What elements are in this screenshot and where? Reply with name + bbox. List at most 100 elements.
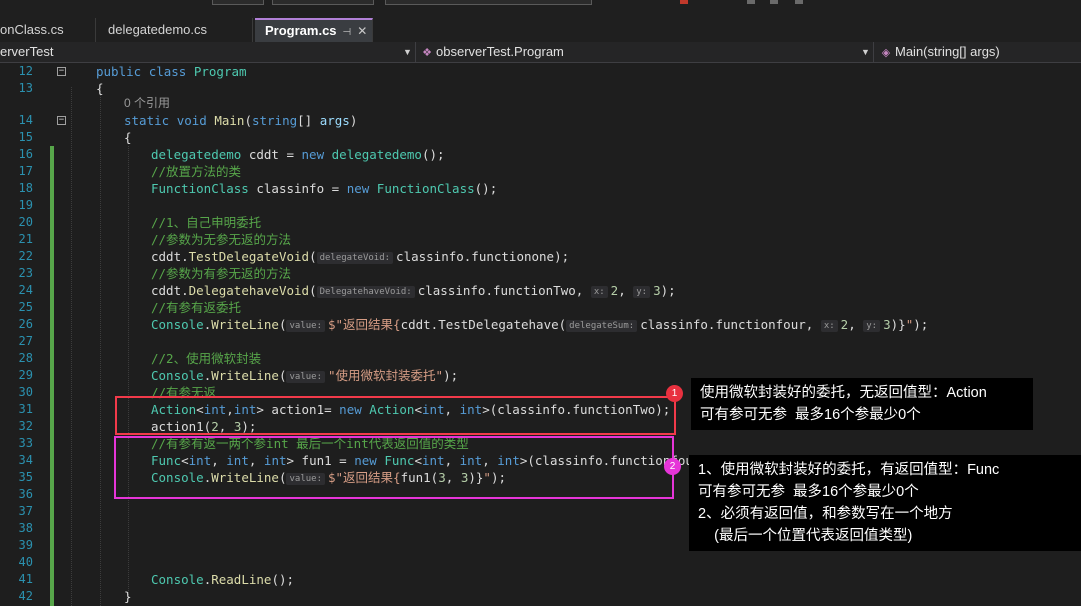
- keyword: void: [176, 113, 207, 128]
- collapse-icon[interactable]: −: [57, 116, 66, 125]
- code-line-14[interactable]: static void Main(string[] args): [124, 112, 357, 129]
- toolbar-dropdown[interactable]: [385, 0, 592, 5]
- code-line-26[interactable]: Console.WriteLine(value: $"返回结果{cddt.Test…: [151, 316, 928, 333]
- tab-label: onClass.cs: [0, 22, 64, 37]
- line-number: 41: [18, 572, 33, 586]
- code-text: ,: [618, 283, 634, 298]
- document-tab-bar: onClass.cs delegatedemo.cs Program.cs ⊣ ✕: [0, 18, 1081, 44]
- keyword: class: [148, 64, 187, 79]
- annotation-badge-2: 2: [664, 458, 681, 475]
- keyword: static: [124, 113, 170, 128]
- code-text: {: [96, 81, 104, 96]
- line-number: 13: [18, 81, 33, 95]
- parameter-name: args: [319, 113, 350, 128]
- line-number: 16: [18, 147, 33, 161]
- tab-functionclass[interactable]: onClass.cs: [0, 18, 96, 42]
- comment: //参数为有参无返的方法: [151, 266, 292, 281]
- code-text: ();: [474, 181, 498, 196]
- code-text: )}: [890, 317, 906, 332]
- code-line-28[interactable]: //2、使用微软封装: [151, 350, 261, 367]
- references-codelens[interactable]: 0 个引用: [124, 95, 170, 112]
- code-text: classinfo.functionfour,: [640, 317, 821, 332]
- code-line-41[interactable]: Console.ReadLine();: [151, 571, 294, 588]
- tab-program[interactable]: Program.cs ⊣ ✕: [255, 18, 373, 42]
- method-icon: ◈: [881, 47, 891, 59]
- code-line-15[interactable]: {: [124, 129, 132, 146]
- code-text: ,: [848, 317, 864, 332]
- code-line-42[interactable]: }: [124, 588, 132, 605]
- line-number: 28: [18, 351, 33, 365]
- line-number: 40: [18, 555, 33, 569]
- inlay-hint: y:: [633, 285, 651, 298]
- code-line-18[interactable]: FunctionClass classinfo = new FunctionCl…: [151, 180, 497, 197]
- code-line-29[interactable]: Console.WriteLine(value: "使用微软封装委托");: [151, 367, 458, 384]
- inlay-hint: delegateVoid:: [316, 251, 394, 264]
- method-name: TestDelegateVoid: [188, 249, 310, 264]
- code-text: (: [309, 249, 317, 264]
- type-name: Program: [193, 64, 247, 79]
- toolbar-icon[interactable]: [795, 0, 803, 4]
- code-line-23[interactable]: //参数为有参无返的方法: [151, 265, 291, 282]
- member-dropdown[interactable]: ◈ Main(string[] args): [879, 42, 1074, 62]
- string-literal: $"返回结果{: [328, 317, 401, 332]
- collapse-icon[interactable]: −: [57, 67, 66, 76]
- code-text: (: [278, 317, 287, 332]
- inlay-hint: x:: [590, 285, 608, 298]
- toolbar-dropdown[interactable]: [212, 0, 264, 5]
- method-name: WriteLine: [211, 317, 279, 332]
- indent-guide: [100, 87, 101, 606]
- code-text: classinfo =: [248, 181, 347, 196]
- code-text: }: [124, 589, 132, 604]
- line-number: 15: [18, 130, 33, 144]
- class-dropdown[interactable]: ❖ observerTest.Program: [420, 42, 860, 62]
- toolbar-icon[interactable]: [680, 0, 688, 4]
- line-number: 21: [18, 232, 33, 246]
- type-name: delegatedemo: [151, 147, 242, 162]
- toolbar-dropdown[interactable]: [272, 0, 374, 5]
- class-label: observerTest.Program: [436, 44, 564, 59]
- code-line-17[interactable]: //放置方法的类: [151, 163, 241, 180]
- code-line-13[interactable]: {: [96, 80, 104, 97]
- code-text: classinfo.functionone);: [396, 249, 570, 264]
- line-number: 34: [18, 453, 33, 467]
- project-dropdown[interactable]: erverTest: [0, 42, 405, 62]
- code-text: cddt.TestDelegatehave(: [400, 317, 567, 332]
- method-name: ReadLine: [211, 572, 272, 587]
- inlay-hint: delegateSum:: [566, 319, 638, 332]
- line-number: 22: [18, 249, 33, 263]
- code-line-12[interactable]: public class Program: [96, 63, 247, 80]
- chevron-down-icon[interactable]: ▼: [861, 42, 870, 62]
- code-line-20[interactable]: //1、自己申明委托: [151, 214, 261, 231]
- code-line-21[interactable]: //参数为无参无返的方法: [151, 231, 291, 248]
- pin-icon[interactable]: ⊣: [343, 27, 352, 38]
- line-number: 30: [18, 385, 33, 399]
- tab-delegatedemo[interactable]: delegatedemo.cs: [98, 18, 253, 42]
- code-text: cddt =: [241, 147, 302, 162]
- code-line-22[interactable]: cddt.TestDelegateVoid(delegateVoid: class…: [151, 248, 569, 265]
- code-line-16[interactable]: delegatedemo cddt = new delegatedemo();: [151, 146, 445, 163]
- number-literal: 3: [653, 283, 661, 298]
- toolbar-icon[interactable]: [770, 0, 778, 4]
- inlay-hint: DelegatehaveVoid:: [316, 285, 415, 298]
- toolbar-icon[interactable]: [747, 0, 755, 4]
- code-text: (: [278, 368, 287, 383]
- line-number: 12: [18, 64, 33, 78]
- chevron-down-icon[interactable]: ▼: [403, 42, 412, 62]
- code-text: (: [309, 283, 317, 298]
- line-number: 20: [18, 215, 33, 229]
- code-text: );: [443, 368, 459, 383]
- code-line-25[interactable]: //有参有返委托: [151, 299, 241, 316]
- type-name: Console: [151, 317, 204, 332]
- number-literal: 3: [883, 317, 891, 332]
- line-number: 31: [18, 402, 33, 416]
- close-icon[interactable]: ✕: [357, 24, 367, 38]
- toolbar-strip: [0, 0, 1081, 18]
- line-number: 39: [18, 538, 33, 552]
- keyword: public: [96, 64, 142, 79]
- line-number: 14: [18, 113, 33, 127]
- line-number: 23: [18, 266, 33, 280]
- line-number: 32: [18, 419, 33, 433]
- code-text: ();: [421, 147, 445, 162]
- code-line-24[interactable]: cddt.DelegatehaveVoid(DelegatehaveVoid: c…: [151, 282, 676, 299]
- code-text: classinfo.functionTwo,: [417, 283, 591, 298]
